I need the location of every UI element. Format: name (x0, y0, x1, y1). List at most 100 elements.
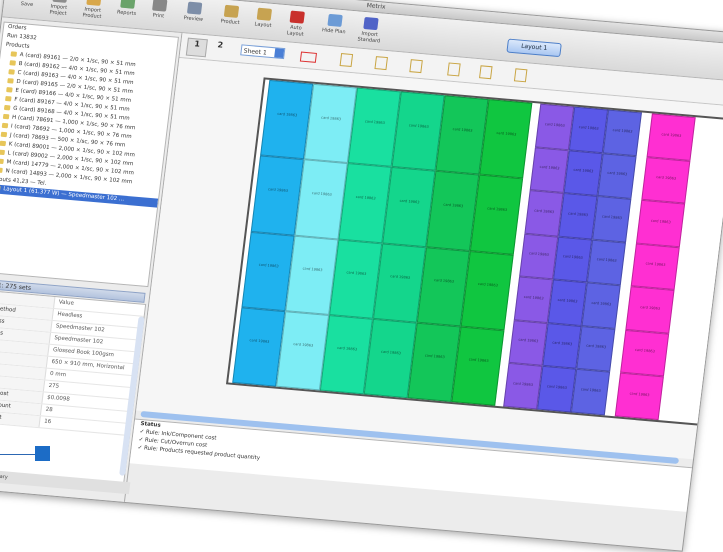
rotate-tool-icon[interactable] (409, 59, 423, 73)
layout-cell-label: card 19863 (478, 282, 498, 288)
layout-cell-label: card 19863 (365, 119, 385, 125)
page-a-button[interactable]: 1 (186, 38, 208, 58)
layout-cell[interactable]: card 19863 (620, 330, 669, 377)
tree-item-label: Run 13832 (7, 33, 37, 42)
layout-cell[interactable]: card 19863 (597, 153, 636, 199)
layout-cell-label: card 19863 (302, 267, 322, 273)
group-tool-icon[interactable] (479, 65, 493, 79)
layout-cell[interactable]: card 19863 (571, 369, 610, 415)
cut-tool-icon[interactable] (300, 52, 317, 63)
layout-cell-label: card 19863 (656, 175, 676, 181)
press-sheet[interactable]: card 19863card 19863card 19863card 19863… (226, 77, 723, 437)
page-b-button[interactable]: 2 (210, 40, 230, 57)
layout-cell[interactable]: card 19863 (553, 236, 592, 282)
layout-cell[interactable]: card 19863 (564, 150, 603, 196)
layout-cell-label: card 19863 (390, 274, 410, 280)
toolbar-button-label: Hide Plan (322, 27, 346, 35)
layout-cell-label: card 19863 (468, 358, 488, 364)
layout-cell[interactable]: card 19863 (592, 196, 631, 242)
layout-cell-label: card 19863 (249, 339, 269, 345)
layout-cell-label: card 19863 (539, 165, 559, 171)
layout-cell-label: card 19863 (591, 301, 611, 307)
layout-cell-label: card 19863 (545, 122, 565, 128)
toolbar-button-label: Import Product (82, 7, 102, 20)
import-product-icon (86, 0, 101, 6)
reports-icon (120, 0, 135, 9)
layout-cell[interactable]: card 19863 (451, 326, 504, 406)
align-tool-icon[interactable] (340, 53, 354, 67)
layout-cell[interactable]: card 19863 (530, 147, 569, 193)
layout-cell[interactable]: card 19863 (524, 190, 563, 236)
layout-cell-label: card 19863 (293, 342, 313, 348)
toolbar-button-auto-layout[interactable]: Auto Layout (280, 8, 314, 40)
layout-cell[interactable]: card 19863 (615, 373, 664, 420)
layout-cell[interactable]: card 19863 (479, 99, 532, 179)
layout-cell-label: card 19863 (496, 131, 516, 137)
layout-cell[interactable]: card 19863 (537, 366, 576, 412)
layout-cell-label: card 19863 (581, 387, 601, 393)
toolbar-button-import-product[interactable]: Import Product (76, 0, 110, 22)
layout-cell[interactable]: card 19863 (647, 113, 696, 160)
layout-cell[interactable]: card 19863 (508, 320, 547, 366)
folder-icon (7, 78, 14, 83)
layout-cell[interactable]: card 19863 (535, 104, 574, 150)
layout-cell-label: card 19863 (640, 305, 660, 311)
toolbar-button-layout[interactable]: Layout (247, 5, 281, 37)
layout-canvas[interactable]: card 19863card 19863card 19863card 19863… (136, 58, 723, 459)
layout-cell[interactable]: card 19863 (587, 239, 626, 285)
preview-icon (187, 2, 202, 15)
layout-cell[interactable]: card 19863 (576, 326, 615, 372)
toolbar-button-import-project[interactable]: Import Project (43, 0, 77, 20)
folder-icon (9, 60, 16, 65)
layout-cell[interactable]: card 19863 (514, 277, 553, 323)
layout-cell[interactable]: card 19863 (461, 251, 514, 331)
screenshot-stage: Metrix SaveImport ProjectImport ProductR… (0, 0, 723, 510)
toolbar-button-preview[interactable]: Preview (177, 0, 211, 31)
layout-cell-label: card 19863 (409, 123, 429, 129)
layout-cell[interactable]: card 19863 (582, 283, 621, 329)
layout-cell-label: card 19863 (259, 263, 279, 269)
folder-icon (1, 132, 8, 137)
flip-tool-icon[interactable] (447, 62, 461, 76)
folder-icon (4, 105, 11, 110)
page-b-label: 2 (217, 40, 224, 49)
layout-cell[interactable]: card 19863 (519, 233, 558, 279)
layout-cell-label: card 19863 (661, 132, 681, 138)
sheet-select[interactable]: Sheet 1 (240, 44, 285, 59)
layout-cell[interactable]: card 19863 (542, 323, 581, 369)
layout-cell[interactable]: card 19863 (470, 175, 523, 255)
layout-cell-label: card 19863 (612, 128, 632, 134)
layout-cell-label: card 19863 (529, 252, 549, 258)
toolbar-button-import-standard[interactable]: Import Standard (353, 14, 387, 46)
toolbar-button-label: Reports (117, 9, 137, 17)
folder-icon (3, 114, 10, 119)
folder-icon (10, 51, 17, 56)
toolbar-button-print[interactable]: Print (142, 0, 176, 28)
product-icon (224, 5, 239, 18)
layout-cell[interactable]: card 19863 (603, 110, 642, 156)
toolbar-button-save[interactable]: Save (11, 0, 45, 17)
ungroup-tool-icon[interactable] (514, 68, 528, 82)
layout-cell-label: card 19863 (337, 346, 357, 352)
folder-icon (8, 69, 15, 74)
layout-cell[interactable]: card 19863 (558, 193, 597, 239)
toolbar-button-label: Preview (183, 15, 203, 23)
distribute-tool-icon[interactable] (374, 56, 388, 70)
layout-cell-label: card 19863 (381, 350, 401, 356)
layout-cell[interactable]: card 19863 (625, 286, 674, 333)
layout-cell[interactable]: card 19863 (641, 157, 690, 204)
layout-cell[interactable]: card 19863 (631, 243, 680, 290)
folder-icon (0, 185, 1, 190)
product-tree[interactable]: OrdersRun 13832ProductsA (card) 89161 — … (0, 22, 179, 288)
toolbar-button-reports[interactable]: Reports (110, 0, 144, 25)
layout-cell[interactable]: card 19863 (569, 107, 608, 153)
folder-icon (2, 123, 9, 128)
toolbar-button-hide-plan[interactable]: Hide Plan (317, 11, 351, 43)
layout-cell[interactable]: card 19863 (548, 280, 587, 326)
layout-cell-label: card 19863 (523, 295, 543, 301)
callout-line (0, 454, 38, 455)
layout-cell[interactable]: card 19863 (503, 363, 542, 409)
toolbar-button-product[interactable]: Product (214, 2, 248, 34)
layout-cell-label: card 19863 (487, 206, 507, 212)
layout-cell[interactable]: card 19863 (636, 200, 685, 247)
